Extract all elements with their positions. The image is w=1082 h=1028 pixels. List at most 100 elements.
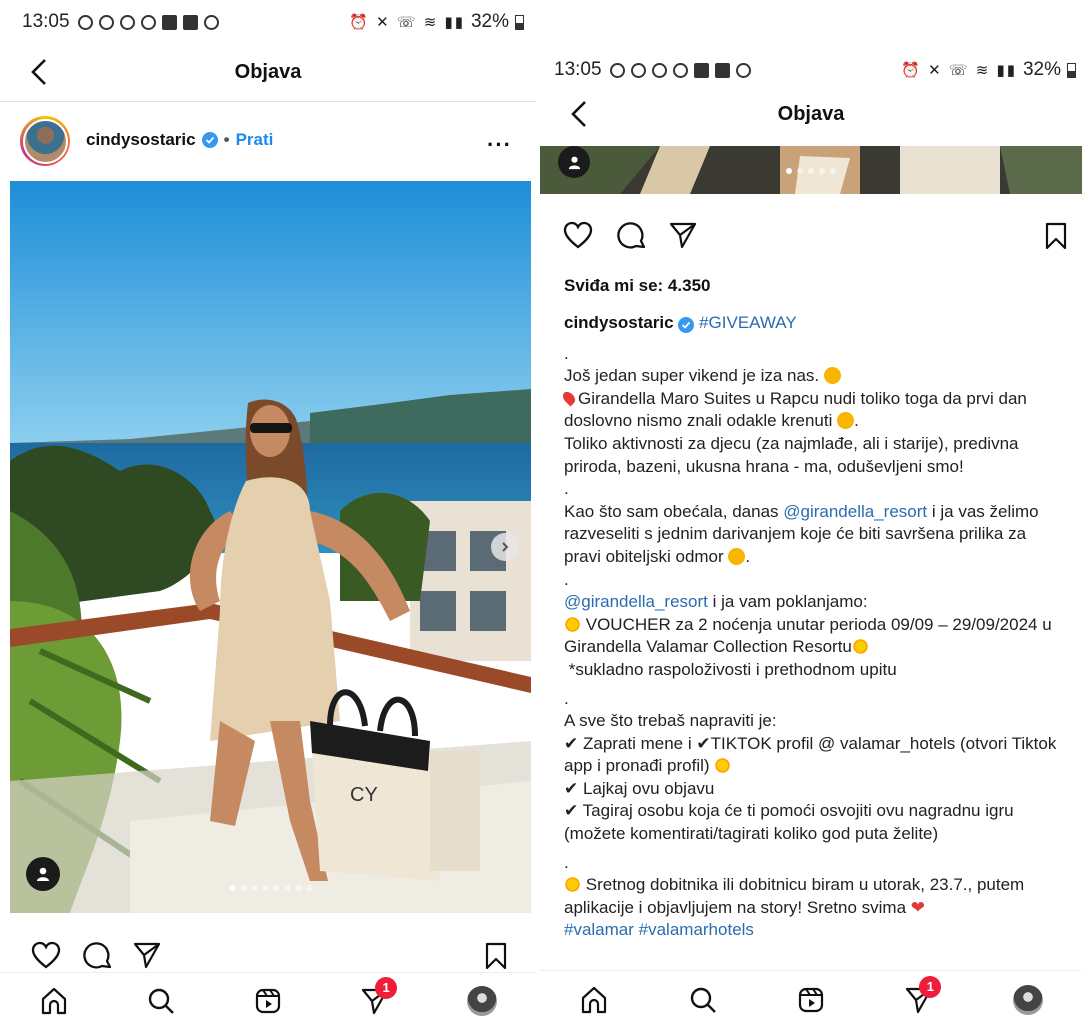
sun-emoji-icon [564,876,581,894]
tagged-users-button[interactable] [558,146,590,178]
nav-profile[interactable] [1008,980,1048,1020]
caption-line: Girandella Maro Suites u Rapcu nudi toli… [564,388,1027,431]
header-divider [0,101,536,102]
post-photo[interactable]: CY [10,181,531,913]
post-caption: cindysostaric #GIVEAWAY . Još jedan supe… [560,312,1064,942]
notification-icons [77,14,219,30]
phone-call-icon [203,14,219,30]
person-icon [37,867,49,881]
nav-search[interactable] [683,980,723,1020]
send-icon [133,942,161,969]
facebook-icon [119,14,135,30]
heart-eyes-emoji-icon [823,367,841,385]
caption-dot: . [564,569,569,589]
chevron-right-icon [502,542,509,552]
comment-button[interactable] [82,940,114,972]
check-icon: ✔ [564,733,579,753]
next-photo-button[interactable] [491,533,519,561]
mention-link[interactable]: @girandella_resort [564,592,708,611]
caption-line: Još jedan super vikend je iza nas. [564,366,820,386]
battery-percent: 32% [1022,59,1061,80]
like-button[interactable] [562,220,594,250]
likes-count[interactable]: Sviđa mi se: 4.350 [564,276,710,296]
check-icon: ✔ [564,778,579,798]
phone-call-icon [735,62,751,78]
post-header: cindysostaric • Prati ··· [0,110,536,180]
nav-profile[interactable] [462,981,502,1021]
profile-avatar [1012,984,1043,1015]
nav-reels[interactable] [248,981,288,1021]
caption-line: Sretnog dobitnika ili dobitnicu biram u … [564,875,1025,917]
caption-dot: . [564,852,569,872]
folder-icon [161,14,177,30]
caption-punctuation: . [854,411,859,431]
gallery-icon [714,62,730,78]
battery-percent: 32% [470,11,509,32]
left-screen: 13:05 ⏰ ✕ ☏ ≋ ▮▮ 32% Objava cindysostari… [0,0,536,1028]
verified-badge-icon [678,317,695,333]
more-options-icon[interactable]: ··· [487,132,512,158]
profile-avatar [467,985,498,1016]
sun-emoji-icon [564,615,581,633]
caption-line: Kao što sam obećala, danas [564,501,784,521]
story-avatar[interactable] [20,116,70,166]
heart-icon [31,941,61,969]
nav-home[interactable] [574,980,614,1020]
comment-icon [83,942,112,969]
post-photo-strip[interactable] [540,146,1082,194]
reels-icon [255,988,281,1013]
notification-icons [609,62,751,78]
browser-icon [140,14,156,30]
nav-direct[interactable]: 1 [355,976,398,1021]
folder-icon [693,62,709,78]
bookmark-icon [485,942,507,970]
caption-line: *sukladno raspoloživosti i prethodnom up… [568,659,897,679]
tagged-users-button[interactable] [26,857,60,891]
caption-line: VOUCHER za 2 noćenja unutar perioda 09/0… [564,614,1052,657]
nav-direct[interactable]: 1 [899,975,942,1020]
hashtag-link[interactable]: #GIVEAWAY [699,313,797,332]
caption-username[interactable]: cindysostaric [564,313,674,332]
gallery-icon [182,14,198,30]
battery-icon [1067,62,1076,78]
status-bar: 13:05 ⏰ ✕ ☏ ≋ ▮▮ 32% [0,2,536,42]
bookmark-icon [1045,222,1067,250]
pin-emoji-icon [560,389,578,407]
caption-line: Tagiraj osobu koja će ti pomoći osvojiti… [564,801,1014,844]
carousel-indicator [786,168,836,174]
mention-link[interactable]: @girandella_resort [783,502,927,521]
grinning-emoji-icon [837,412,855,430]
back-arrow-icon [31,59,46,85]
nav-reels[interactable] [791,980,831,1020]
back-button[interactable] [564,96,594,132]
hashtag-links[interactable]: #valamar #valamarhotels [564,919,1064,942]
caption-line: Lajkaj ovu objavu [582,778,715,798]
comment-icon [617,222,646,249]
comment-button[interactable] [616,220,648,252]
avatar [22,118,68,164]
right-screen: 13:05 ⏰ ✕ ☏ ≋ ▮▮ 32% Objava Sviđa mi se:… [540,0,1082,1028]
share-button[interactable] [132,940,162,970]
nav-home[interactable] [34,981,74,1021]
bottom-nav: 1 [0,972,536,1028]
reels-icon [798,987,824,1012]
follow-button[interactable]: Prati [236,130,274,150]
notification-badge: 1 [375,976,398,999]
post-username[interactable]: cindysostaric [86,130,196,150]
like-button[interactable] [30,940,62,970]
battery-icon [515,14,524,30]
nav-search[interactable] [141,981,181,1021]
check-icon: ✔ [696,733,711,753]
save-button[interactable] [484,942,508,970]
browser-icon [672,62,688,78]
caption-line: Zaprati mene i [582,733,697,753]
back-button[interactable] [24,54,54,90]
heart-emoji-icon: ❤ [910,897,926,917]
page-title: Objava [234,60,302,83]
svg-text:CY: CY [350,784,378,806]
save-button[interactable] [1044,222,1068,250]
share-button[interactable] [668,220,698,250]
caption-dot: . [564,479,569,499]
home-icon [41,987,66,1014]
carousel-indicator [229,885,312,891]
